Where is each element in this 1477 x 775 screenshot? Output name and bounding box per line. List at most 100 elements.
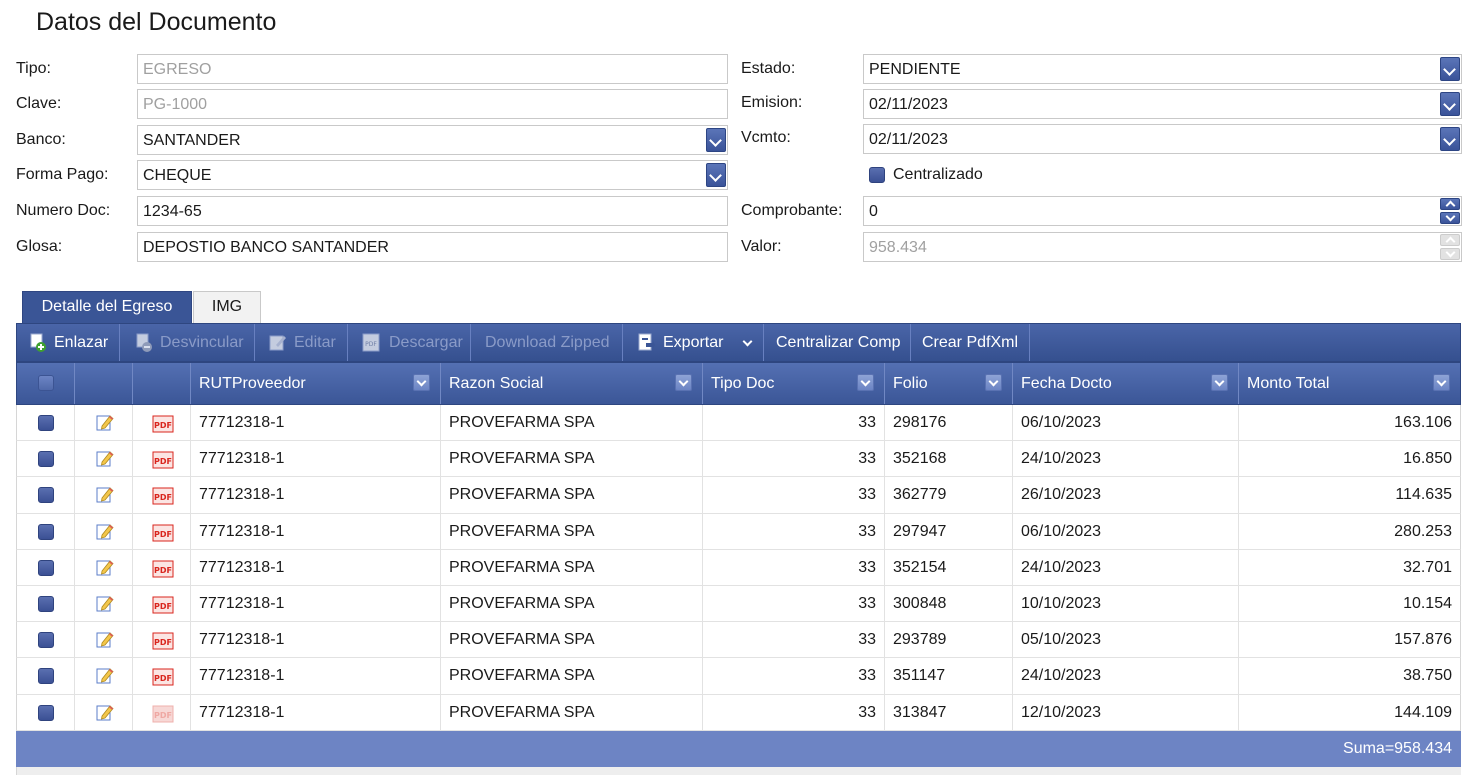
download-zipped-button[interactable]: Download Zipped: [471, 324, 623, 361]
row-checkbox[interactable]: [38, 523, 54, 540]
filter-icon[interactable]: [857, 374, 874, 391]
pdf-icon[interactable]: PDF: [152, 487, 174, 505]
centralizar-comp-button[interactable]: Centralizar Comp: [764, 324, 911, 361]
estado-value: PENDIENTE: [869, 61, 961, 78]
pdf-cell: PDF: [133, 585, 191, 622]
filter-icon[interactable]: [675, 374, 692, 391]
pdf-cell: PDF: [133, 441, 191, 477]
banco-value: SANTANDER: [143, 132, 241, 149]
edit-icon[interactable]: [96, 522, 114, 541]
row-checkbox[interactable]: [38, 487, 54, 504]
grid-body: PDF 77712318-1 PROVEFARMA SPA 33 298176 06/10…: [16, 405, 1461, 731]
forma-pago-select[interactable]: CHEQUE: [137, 160, 728, 190]
edit-icon[interactable]: [96, 630, 114, 649]
chevron-down-icon[interactable]: [742, 336, 753, 347]
spin-down-icon[interactable]: [1440, 212, 1460, 224]
edit-icon[interactable]: [96, 666, 114, 685]
descargar-button[interactable]: PDF Descargar: [348, 324, 471, 361]
comprobante-spinner[interactable]: 0: [863, 196, 1462, 226]
filter-icon[interactable]: [1211, 374, 1228, 391]
folio-cell: 300848: [885, 585, 1013, 622]
select-all-checkbox[interactable]: [38, 375, 54, 391]
pdf-icon[interactable]: PDF: [152, 524, 174, 542]
col-header-tipo-doc[interactable]: Tipo Doc: [703, 363, 885, 404]
razon-social-cell: PROVEFARMA SPA: [441, 477, 703, 513]
vcmto-date[interactable]: 02/11/2023: [863, 124, 1462, 154]
table-row[interactable]: PDF 77712318-1 PROVEFARMA SPA 33 313847 12/10…: [16, 694, 1461, 731]
table-row[interactable]: PDF 77712318-1 PROVEFARMA SPA 33 293789 05/10…: [16, 622, 1461, 659]
edit-icon[interactable]: [96, 594, 114, 613]
edit-icon[interactable]: [96, 558, 114, 577]
tab-detalle-del-egreso[interactable]: Detalle del Egreso: [22, 291, 192, 323]
chevron-down-icon[interactable]: [706, 128, 726, 152]
row-checkbox[interactable]: [38, 632, 54, 649]
col-header-rutproveedor[interactable]: RUTProveedor: [191, 363, 441, 404]
razon-social-cell: PROVEFARMA SPA: [441, 549, 703, 585]
monto-total-cell: 38.750: [1403, 667, 1452, 685]
edit-icon[interactable]: [96, 413, 114, 432]
edit-cell: [75, 694, 133, 730]
pdf-icon[interactable]: PDF: [152, 596, 174, 614]
tipo-doc-cell: 33: [703, 658, 885, 694]
col-header-fecha-docto[interactable]: Fecha Docto: [1013, 363, 1239, 404]
edit-icon[interactable]: [96, 485, 114, 504]
estado-select[interactable]: PENDIENTE: [863, 54, 1462, 84]
folio-cell: 351147: [885, 658, 1013, 694]
desvincular-button[interactable]: Desvincular: [120, 324, 255, 361]
edit-icon[interactable]: [96, 703, 114, 722]
rut-cell: 77712318-1: [191, 477, 441, 513]
row-checkbox[interactable]: [38, 595, 54, 612]
enlazar-button[interactable]: Enlazar: [17, 324, 120, 361]
table-row[interactable]: PDF 77712318-1 PROVEFARMA SPA 33 351147 24/10…: [16, 658, 1461, 695]
spinner-buttons[interactable]: [1440, 198, 1460, 224]
table-row[interactable]: PDF 77712318-1 PROVEFARMA SPA 33 300848 10/10…: [16, 585, 1461, 623]
svg-text:PDF: PDF: [154, 674, 172, 683]
row-checkbox[interactable]: [38, 451, 54, 468]
tab-img[interactable]: IMG: [193, 291, 261, 323]
filter-icon[interactable]: [1433, 374, 1450, 391]
chevron-down-icon[interactable]: [1440, 57, 1460, 81]
table-row[interactable]: PDF 77712318-1 PROVEFARMA SPA 33 352154 24/10…: [16, 549, 1461, 586]
row-checkbox[interactable]: [38, 668, 54, 685]
pdf-icon[interactable]: PDF: [152, 705, 174, 723]
crear-pdfxml-button[interactable]: Crear PdfXml: [911, 324, 1030, 361]
pdf-icon[interactable]: PDF: [152, 451, 174, 469]
fecha-docto-cell: 05/10/2023: [1013, 622, 1239, 658]
editar-button[interactable]: Editar: [255, 324, 348, 361]
glosa-input[interactable]: DEPOSTIO BANCO SANTANDER: [137, 232, 728, 262]
chevron-down-icon[interactable]: [1440, 92, 1460, 116]
razon-social-cell: PROVEFARMA SPA: [441, 694, 703, 730]
table-row[interactable]: PDF 77712318-1 PROVEFARMA SPA 33 362779 26/10…: [16, 477, 1461, 514]
tipo-label: Tipo:: [16, 60, 51, 77]
razon-social-cell: PROVEFARMA SPA: [441, 441, 703, 477]
filter-icon[interactable]: [413, 374, 430, 391]
banco-select[interactable]: SANTANDER: [137, 125, 728, 155]
folio-cell: 352154: [885, 549, 1013, 585]
table-row[interactable]: PDF 77712318-1 PROVEFARMA SPA 33 297947 06/10…: [16, 513, 1461, 550]
desvincular-label: Desvincular: [160, 334, 244, 351]
glosa-label: Glosa:: [16, 238, 63, 255]
numero-doc-input[interactable]: 1234-65: [137, 196, 728, 226]
exportar-button[interactable]: Exportar: [623, 324, 764, 361]
edit-icon[interactable]: [96, 449, 114, 468]
enlazar-label: Enlazar: [54, 334, 109, 351]
col-header-razon-social[interactable]: Razon Social: [441, 363, 703, 404]
pdf-icon[interactable]: PDF: [152, 632, 174, 650]
pdf-icon[interactable]: PDF: [152, 668, 174, 686]
pdf-icon[interactable]: PDF: [152, 560, 174, 578]
spin-up-icon[interactable]: [1440, 198, 1460, 210]
clave-label: Clave:: [16, 95, 62, 112]
table-row[interactable]: PDF 77712318-1 PROVEFARMA SPA 33 352168 24/10…: [16, 441, 1461, 478]
table-row[interactable]: PDF 77712318-1 PROVEFARMA SPA 33 298176 06/10…: [16, 405, 1461, 442]
row-checkbox[interactable]: [38, 704, 54, 721]
col-header-monto-total[interactable]: Monto Total: [1239, 363, 1460, 404]
emision-date[interactable]: 02/11/2023: [863, 89, 1462, 119]
col-header-folio[interactable]: Folio: [885, 363, 1013, 404]
row-checkbox[interactable]: [38, 415, 54, 431]
chevron-down-icon[interactable]: [706, 163, 726, 187]
chevron-down-icon[interactable]: [1440, 127, 1460, 151]
centralizado-checkbox[interactable]: [869, 167, 885, 183]
pdf-icon[interactable]: PDF: [152, 415, 174, 433]
row-checkbox[interactable]: [38, 559, 54, 576]
filter-icon[interactable]: [985, 374, 1002, 391]
